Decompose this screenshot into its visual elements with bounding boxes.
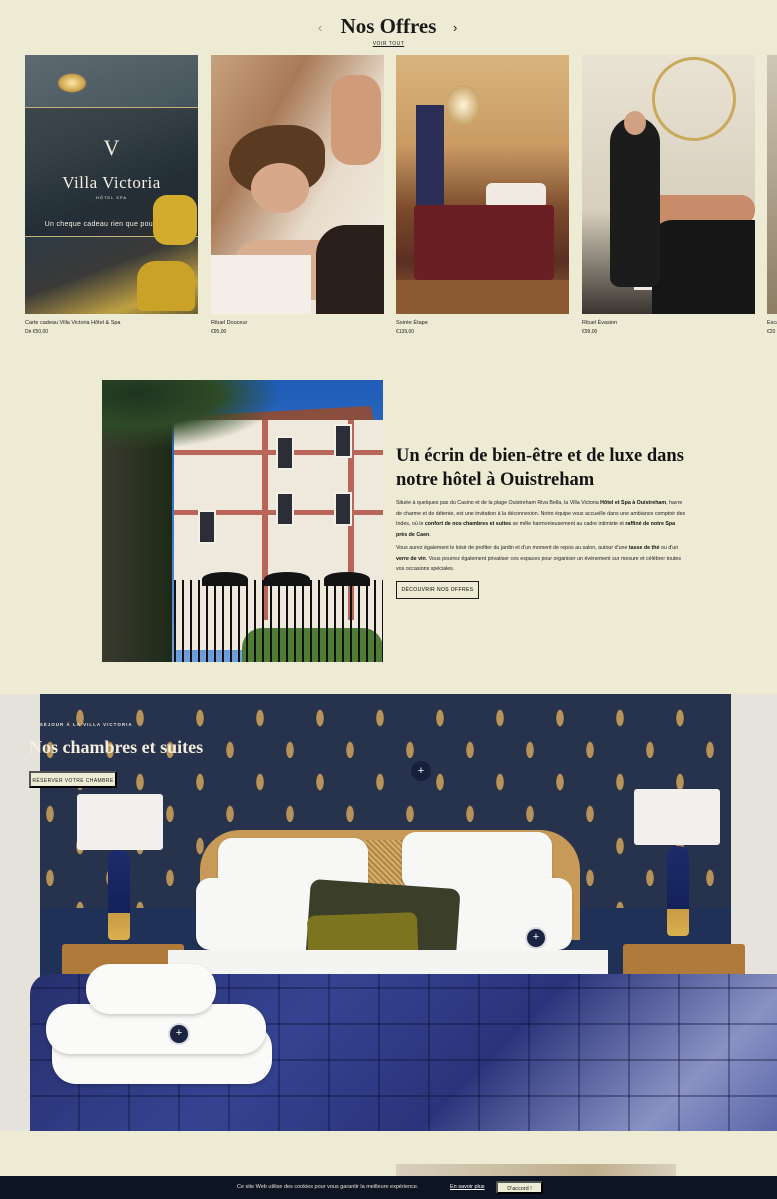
offer-card-partial[interactable]: Esca €20 (767, 55, 777, 335)
offer-price: €20 (767, 329, 776, 335)
cookie-text: Ce site Web utilise des cookies pour vou… (237, 1184, 419, 1190)
bed-shape (414, 205, 554, 280)
link-hotel-spa[interactable]: Hôtel et Spa à Ouistreham (600, 500, 666, 506)
plus-hotspot-icon[interactable]: + (525, 927, 547, 949)
client-face (251, 163, 309, 213)
lamp-shade (634, 789, 720, 845)
discover-offers-button[interactable]: DÉCOUVRIR NOS OFFRES (396, 581, 479, 599)
blanket-shape (652, 220, 755, 314)
therapist-head (624, 111, 646, 135)
offers-header: ‹ Nos Offres › VOIR TOUT (0, 14, 777, 50)
window-shape (334, 492, 352, 526)
armchair-shape (137, 261, 195, 311)
book-room-button[interactable]: RÉSERVER VOTRE CHAMBRE (29, 771, 117, 788)
offer-price: €99,00 (582, 329, 598, 335)
about-paragraph-2: Vous aurez également le loisir de profit… (396, 545, 682, 573)
window-shape (198, 510, 216, 544)
logo-mark: V (103, 135, 120, 160)
voir-tout-link[interactable]: VOIR TOUT (0, 41, 777, 47)
armchair-shape (153, 195, 197, 245)
therapist-shape (610, 117, 660, 287)
offer-name[interactable]: Carte cadeau Villa Victoria Hôtel & Spa (25, 320, 198, 326)
lamp-base (667, 846, 689, 936)
rooms-eyebrow: UN SÉJOUR À LA VILLA VICTORIA (29, 722, 133, 727)
hotel-facade-image (102, 380, 383, 662)
offer-name[interactable]: Rituel Douceur (211, 320, 384, 326)
offer-name[interactable]: Rituel Évasion (582, 320, 755, 326)
lamp-shade (77, 794, 163, 850)
chandelier-shape (57, 73, 87, 93)
window-shape (334, 424, 352, 458)
offer-name[interactable]: Soirée Étape (396, 320, 569, 326)
offer-card-douceur[interactable]: Rituel Douceur €95,00 (211, 55, 384, 335)
masseur-sleeve (316, 225, 384, 314)
cookie-banner: Ce site Web utilise des cookies pour vou… (0, 1176, 777, 1199)
chandelier-shape (446, 85, 480, 125)
floor-shape (396, 280, 569, 314)
offer-card-soiree[interactable]: Soirée Étape €139,00 (396, 55, 569, 335)
offer-card-evasion[interactable]: Rituel Évasion €99,00 (582, 55, 755, 335)
offer-price: €95,00 (211, 329, 227, 335)
plus-hotspot-icon[interactable]: + (411, 761, 431, 781)
offer-name[interactable]: Esca (767, 320, 777, 326)
window-shape (276, 492, 294, 526)
cookie-learn-more-link[interactable]: En savoir plus (450, 1184, 485, 1190)
masseur-hand (331, 75, 381, 165)
logo-brand: Villa Victoria (62, 173, 161, 192)
folded-towels (42, 964, 272, 1114)
tree-foliage (102, 380, 282, 450)
offer-price: Dè €50,00 (25, 329, 49, 335)
mirror-ring (652, 57, 736, 141)
offers-title: Nos Offres (340, 14, 437, 38)
offer-image-massage[interactable] (211, 55, 384, 314)
carousel-next-arrow[interactable]: › (453, 20, 457, 35)
about-paragraph-1: Située à quelques pas du Casino et de la… (396, 500, 686, 538)
offer-price: €139,00 (396, 329, 415, 335)
offer-image-gift-card[interactable]: V Villa Victoria HÔTEL SPA Un cheque cad… (25, 55, 198, 314)
rooms-title: Nos chambres et suites (29, 737, 204, 757)
offer-card-gift[interactable]: V Villa Victoria HÔTEL SPA Un cheque cad… (25, 55, 198, 335)
towel-shape (211, 255, 311, 314)
offer-image-room[interactable] (396, 55, 569, 314)
lamp-base (108, 850, 130, 940)
about-title: Un écrin de bien-être et de luxe dans no… (396, 446, 684, 490)
plus-hotspot-icon[interactable]: + (168, 1023, 190, 1045)
cookie-accept-button[interactable]: D'accord ! (496, 1181, 543, 1194)
rooms-section: UN SÉJOUR À LA VILLA VICTORIA Nos chambr… (0, 694, 777, 1131)
offer-image-partial[interactable] (767, 55, 777, 314)
link-chambres[interactable]: confort de nos chambres et suites (425, 521, 511, 527)
offer-image-spa[interactable] (582, 55, 755, 314)
